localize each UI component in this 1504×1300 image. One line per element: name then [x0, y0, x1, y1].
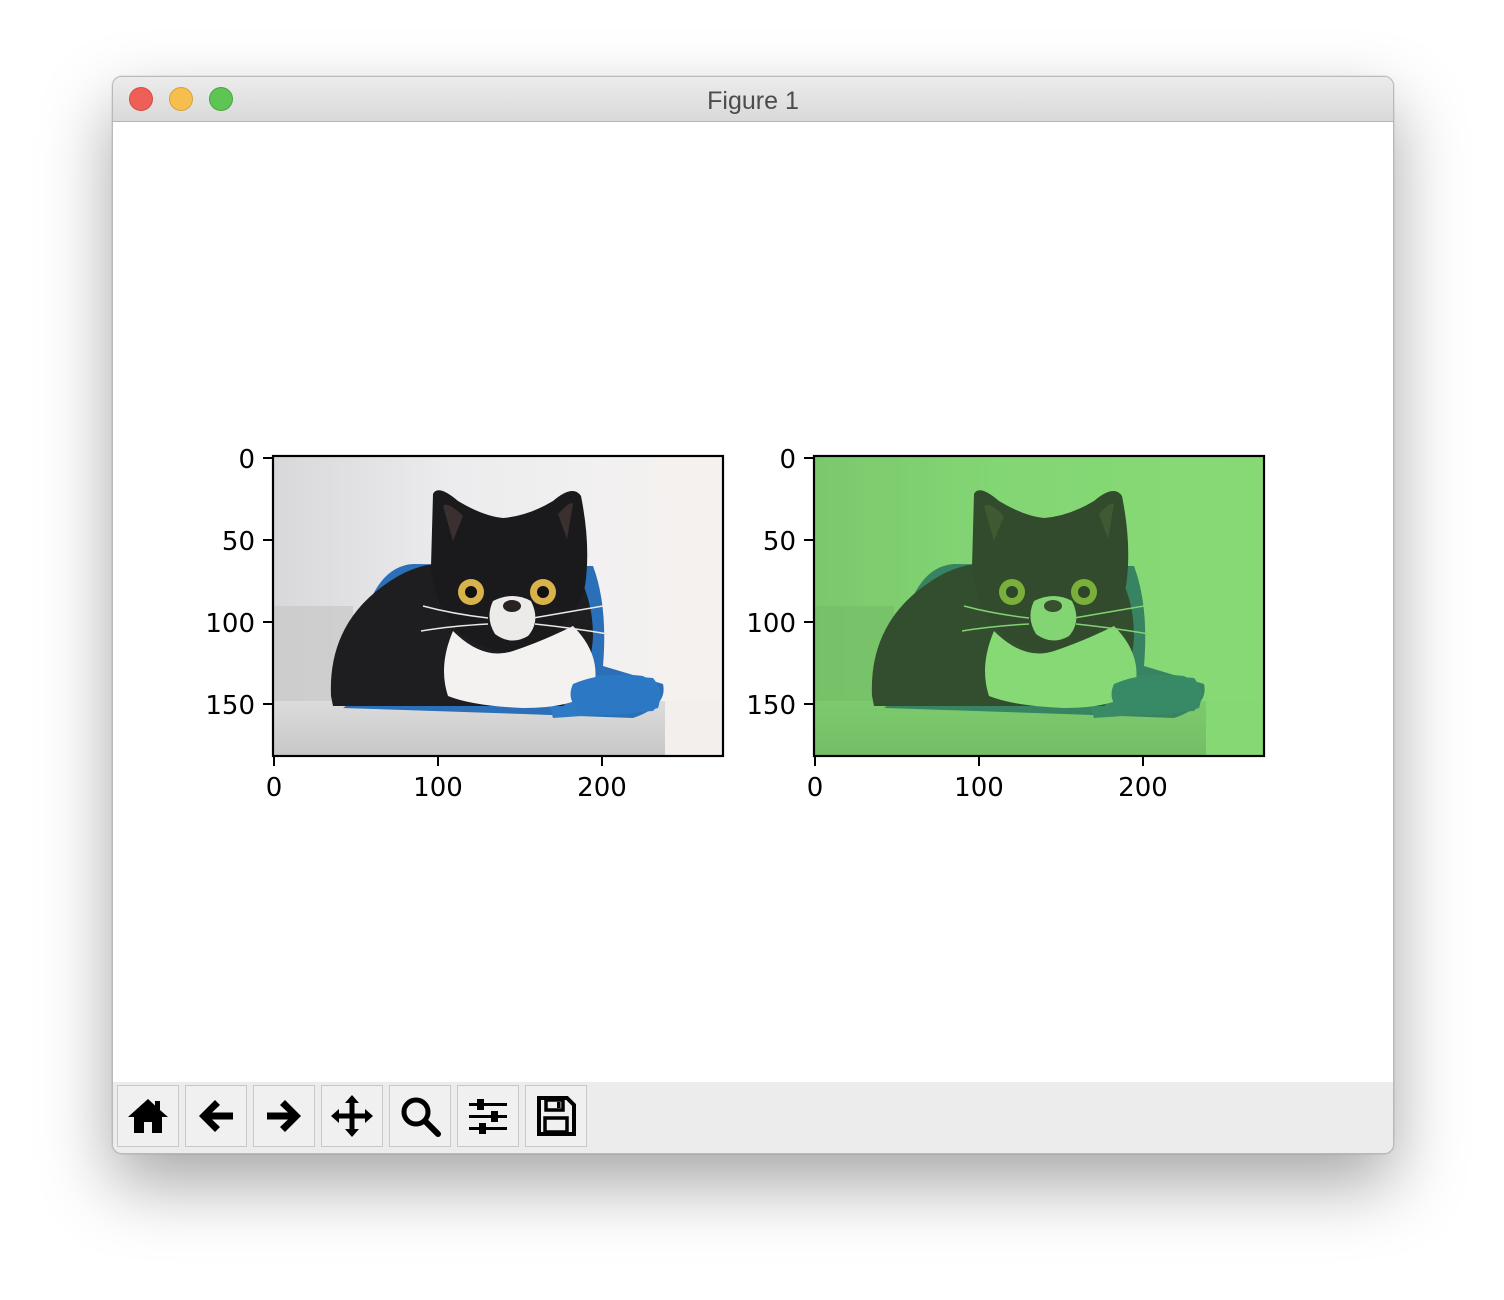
cat-image [273, 456, 723, 756]
home-icon [128, 1099, 168, 1133]
x-tick-label: 0 [807, 773, 824, 803]
axes-green-tint: 0 50 100 150 0 100 200 [746, 445, 1266, 803]
window-title: Figure 1 [707, 87, 799, 115]
navigation-toolbar [113, 1082, 1393, 1153]
y-tick-label: 50 [222, 527, 255, 557]
forward-button[interactable] [253, 1085, 315, 1147]
figure-canvas[interactable]: 0 50 100 150 0 100 200 0 50 100 150 0 10… [113, 122, 1393, 1082]
x-tick-label: 200 [1118, 773, 1168, 803]
x-tick-label: 100 [413, 773, 463, 803]
configure-subplots-button[interactable] [457, 1085, 519, 1147]
floppy-disk-icon [537, 1096, 576, 1136]
back-button[interactable] [185, 1085, 247, 1147]
magnifier-icon [401, 1097, 441, 1137]
y-tick-label: 0 [238, 445, 255, 475]
y-tick-label: 100 [205, 609, 255, 639]
sliders-icon [469, 1099, 507, 1134]
x-tick-label: 0 [266, 773, 283, 803]
axes-original: 0 50 100 150 0 100 200 [205, 445, 725, 803]
y-tick-label: 150 [746, 691, 796, 721]
y-tick-label: 0 [779, 445, 796, 475]
save-button[interactable] [525, 1085, 587, 1147]
home-button[interactable] [117, 1085, 179, 1147]
y-tick-label: 50 [763, 527, 796, 557]
zoom-button[interactable] [389, 1085, 451, 1147]
pan-button[interactable] [321, 1085, 383, 1147]
move-icon [331, 1095, 373, 1137]
y-tick-label: 150 [205, 691, 255, 721]
arrow-right-icon [267, 1100, 301, 1132]
arrow-left-icon [199, 1100, 233, 1132]
x-tick-label: 200 [577, 773, 627, 803]
title-bar[interactable]: Figure 1 [113, 77, 1393, 122]
x-tick-label: 100 [954, 773, 1004, 803]
figure-window: Figure 1 0 50 100 150 0 100 200 0 50 100… [112, 76, 1394, 1154]
y-tick-label: 100 [746, 609, 796, 639]
cat-image-green [814, 456, 1264, 756]
